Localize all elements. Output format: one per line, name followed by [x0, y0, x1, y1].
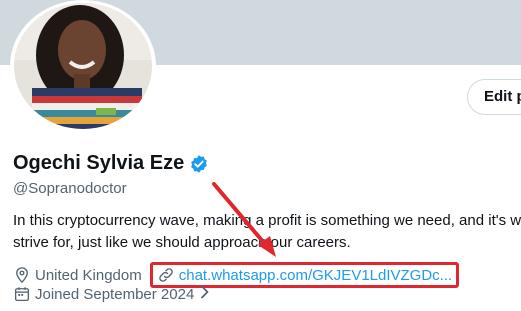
display-name: Ogechi Sylvia Eze — [13, 152, 185, 174]
location-label: United Kingdom — [35, 266, 142, 284]
name-row: Ogechi Sylvia Eze — [13, 152, 209, 175]
edit-profile-button[interactable]: Edit p — [467, 79, 521, 115]
avatar[interactable] — [10, 0, 156, 132]
calendar-icon — [13, 285, 31, 303]
user-handle: @Sopranodoctor — [13, 180, 127, 197]
bio-line: strive for, just like we should approach… — [13, 234, 351, 251]
location-pin-icon — [13, 266, 31, 284]
website-link-text[interactable]: chat.whatsapp.com/GKJEV1LdIVZGDc... — [179, 267, 452, 284]
profile-meta-row: Joined September 2024 — [13, 285, 210, 303]
joined-date: Joined September 2024 — [35, 285, 195, 303]
bio-line: In this cryptocurrency wave, making a pr… — [13, 212, 521, 229]
chevron-right-icon[interactable] — [200, 285, 210, 303]
verified-badge-icon — [189, 154, 209, 174]
link-icon — [157, 266, 175, 284]
bio: In this cryptocurrency wave, making a pr… — [13, 210, 521, 254]
